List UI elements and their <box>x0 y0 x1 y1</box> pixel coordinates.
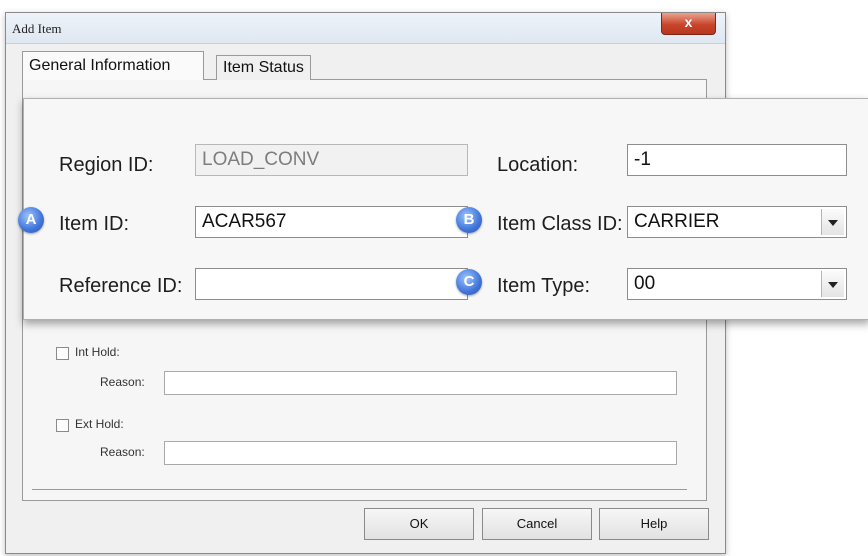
item-type-value: 00 <box>634 273 656 294</box>
ext-hold-checkbox[interactable] <box>56 419 69 432</box>
int-hold-checkbox[interactable] <box>56 347 69 360</box>
window-title: Add Item <box>12 21 62 36</box>
reference-id-label: Reference ID: <box>59 275 183 297</box>
ext-hold-label: Ext Hold: <box>75 417 124 431</box>
title-bar: Add Item x <box>6 13 725 44</box>
chevron-down-icon[interactable] <box>821 209 844 235</box>
ext-hold-reason-input[interactable] <box>164 441 677 465</box>
cancel-button[interactable]: Cancel <box>482 508 592 540</box>
badge-c-icon: C <box>456 269 482 295</box>
close-button[interactable]: x <box>661 13 716 35</box>
divider <box>32 489 687 490</box>
int-hold-reason-label: Reason: <box>100 375 145 389</box>
reference-id-field[interactable] <box>195 268 468 300</box>
badge-a-icon: A <box>18 207 44 233</box>
item-id-label: Item ID: <box>59 213 130 235</box>
item-type-select[interactable]: 00 <box>627 268 847 300</box>
item-class-id-label: Item Class ID: <box>497 213 623 235</box>
location-field[interactable]: -1 <box>627 144 847 176</box>
int-hold-reason-input[interactable] <box>164 371 677 395</box>
region-id-label: Region ID: <box>59 154 154 176</box>
tab-item-status[interactable]: Item Status <box>216 55 311 80</box>
chevron-down-icon[interactable] <box>821 271 844 297</box>
int-hold-label: Int Hold: <box>75 345 120 359</box>
item-class-id-value: CARRIER <box>634 211 720 232</box>
ext-hold-reason-label: Reason: <box>100 445 145 459</box>
help-button[interactable]: Help <box>599 508 709 540</box>
ok-button[interactable]: OK <box>364 508 474 540</box>
item-id-field[interactable]: ACAR567 <box>195 206 468 238</box>
item-class-id-select[interactable]: CARRIER <box>627 206 847 238</box>
badge-b-icon: B <box>456 207 482 233</box>
close-icon: x <box>684 14 693 30</box>
zoom-callout: Region ID: LOAD_CONV Location: -1 Item I… <box>23 98 868 320</box>
tab-general-information[interactable]: General Information <box>22 51 204 80</box>
location-label: Location: <box>497 154 579 176</box>
item-type-label: Item Type: <box>497 275 591 297</box>
region-id-field: LOAD_CONV <box>195 144 468 176</box>
